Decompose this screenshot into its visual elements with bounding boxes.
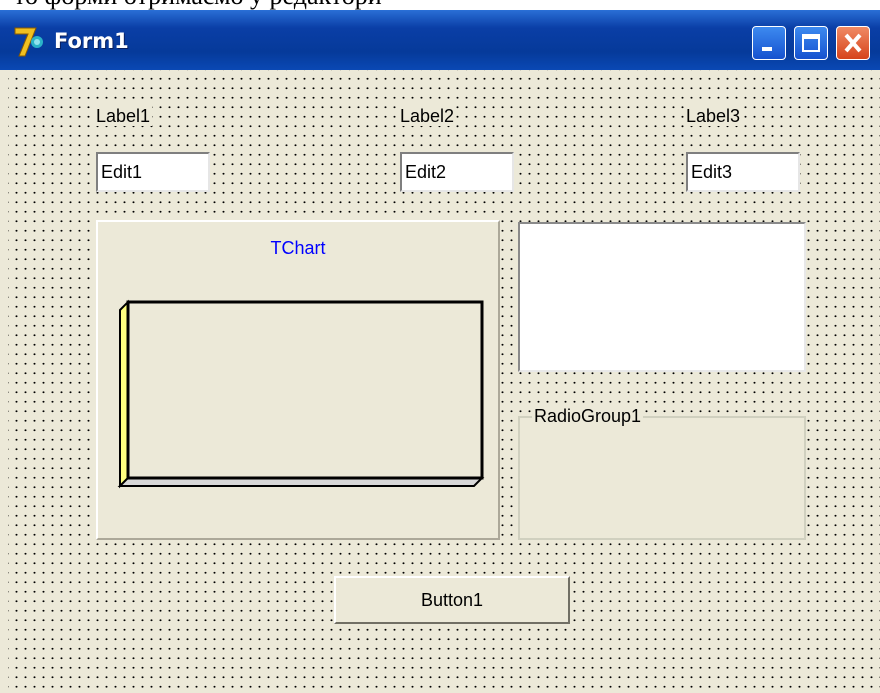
label2: Label2 <box>398 106 457 126</box>
close-icon <box>844 33 862 53</box>
maximize-button[interactable] <box>794 26 828 60</box>
window-title: Form1 <box>54 29 129 53</box>
edit3-field[interactable] <box>686 152 800 192</box>
close-button[interactable] <box>836 26 870 60</box>
edit2-field[interactable] <box>400 152 514 192</box>
radio-group-caption: RadioGroup1 <box>532 406 644 427</box>
label1: Label1 <box>94 106 153 126</box>
maximize-icon <box>802 34 820 52</box>
tchart[interactable]: TChart <box>96 220 500 540</box>
title-bar[interactable]: Form1 <box>0 10 880 70</box>
edit1-field[interactable] <box>96 152 210 192</box>
delphi-7-icon <box>12 24 46 58</box>
button1[interactable]: Button1 <box>334 576 570 624</box>
chart-frame <box>117 299 485 489</box>
form-window: Form1 Label1 Label2 Label3 TChart <box>0 10 880 693</box>
chart-back-wall <box>126 300 484 480</box>
form-design-grid: Label1 Label2 Label3 TChart RadioGroup1 … <box>8 70 880 693</box>
list-box[interactable] <box>518 222 806 372</box>
minimize-button[interactable] <box>752 26 786 60</box>
minimize-icon <box>762 47 772 51</box>
radio-group[interactable]: RadioGroup1 <box>518 406 806 540</box>
label3: Label3 <box>684 106 743 126</box>
